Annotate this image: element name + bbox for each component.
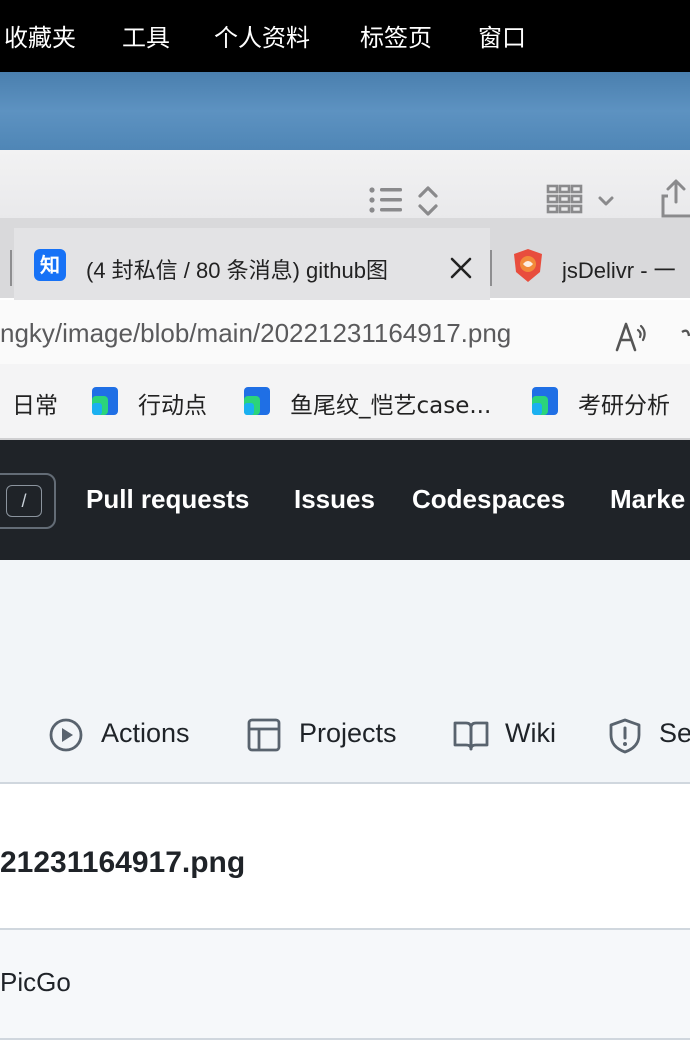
commit-author[interactable]: PicGo [0, 967, 71, 998]
nav-pull-requests[interactable]: Pull requests [86, 484, 249, 515]
search-shortcut-key[interactable]: / [0, 473, 56, 529]
tab-title: (4 封私信 / 80 条消息) github图 [86, 258, 388, 283]
desktop-background [0, 72, 690, 150]
zhihu-favicon-icon: 知 [34, 249, 66, 281]
repo-tab-projects[interactable]: Projects [299, 718, 397, 749]
close-icon[interactable] [448, 255, 474, 281]
jsdelivr-favicon-icon [514, 249, 542, 282]
tab-title-jsdelivr[interactable]: jsDelivr - 一 [562, 253, 690, 285]
repo-tab-wiki[interactable]: Wiki [505, 718, 556, 749]
menu-favorites[interactable]: 收藏夹 [4, 18, 76, 53]
tab-overview-icon[interactable] [546, 184, 618, 218]
nav-codespaces[interactable]: Codespaces [412, 484, 565, 515]
bookmark-exam-analysis[interactable]: 考研分析 [578, 386, 670, 420]
repo-header [0, 560, 690, 784]
translate-icon[interactable] [680, 322, 690, 350]
list-sort-icon[interactable] [366, 184, 442, 218]
bookmark-app-icon [532, 387, 558, 415]
file-title: 21231164917.png [0, 846, 246, 879]
bookmark-app-icon [244, 387, 270, 415]
bookmark-app-icon [92, 387, 118, 415]
bookmark-crows-feet[interactable]: 鱼尾纹_恺艺case... [290, 386, 491, 420]
menu-tabs[interactable]: 标签页 [360, 18, 432, 53]
menu-tools[interactable]: 工具 [122, 18, 170, 53]
table-icon [247, 718, 281, 752]
menu-bar: 收藏夹 工具 个人资料 标签页 窗口 [0, 0, 690, 72]
slash-key-label: / [6, 485, 42, 517]
commit-box [0, 928, 690, 1040]
read-aloud-icon[interactable] [614, 320, 650, 352]
nav-marketplace[interactable]: Marke [610, 484, 685, 515]
book-icon [453, 721, 489, 751]
repo-tab-security[interactable]: Se [659, 718, 690, 749]
url-text[interactable]: ngky/image/blob/main/20221231164917.png [0, 318, 511, 349]
bookmark-daily[interactable]: 日常 [12, 386, 58, 420]
tab-divider [490, 250, 492, 286]
shield-icon [609, 718, 641, 754]
nav-issues[interactable]: Issues [294, 484, 375, 515]
menu-window[interactable]: 窗口 [478, 18, 526, 53]
tab-divider [10, 250, 12, 286]
bookmark-action-points[interactable]: 行动点 [138, 386, 207, 420]
share-icon[interactable] [660, 178, 690, 218]
browser-toolbar [0, 150, 690, 219]
play-circle-icon [49, 718, 83, 752]
menu-profile[interactable]: 个人资料 [214, 18, 310, 53]
repo-tab-actions[interactable]: Actions [101, 718, 190, 749]
